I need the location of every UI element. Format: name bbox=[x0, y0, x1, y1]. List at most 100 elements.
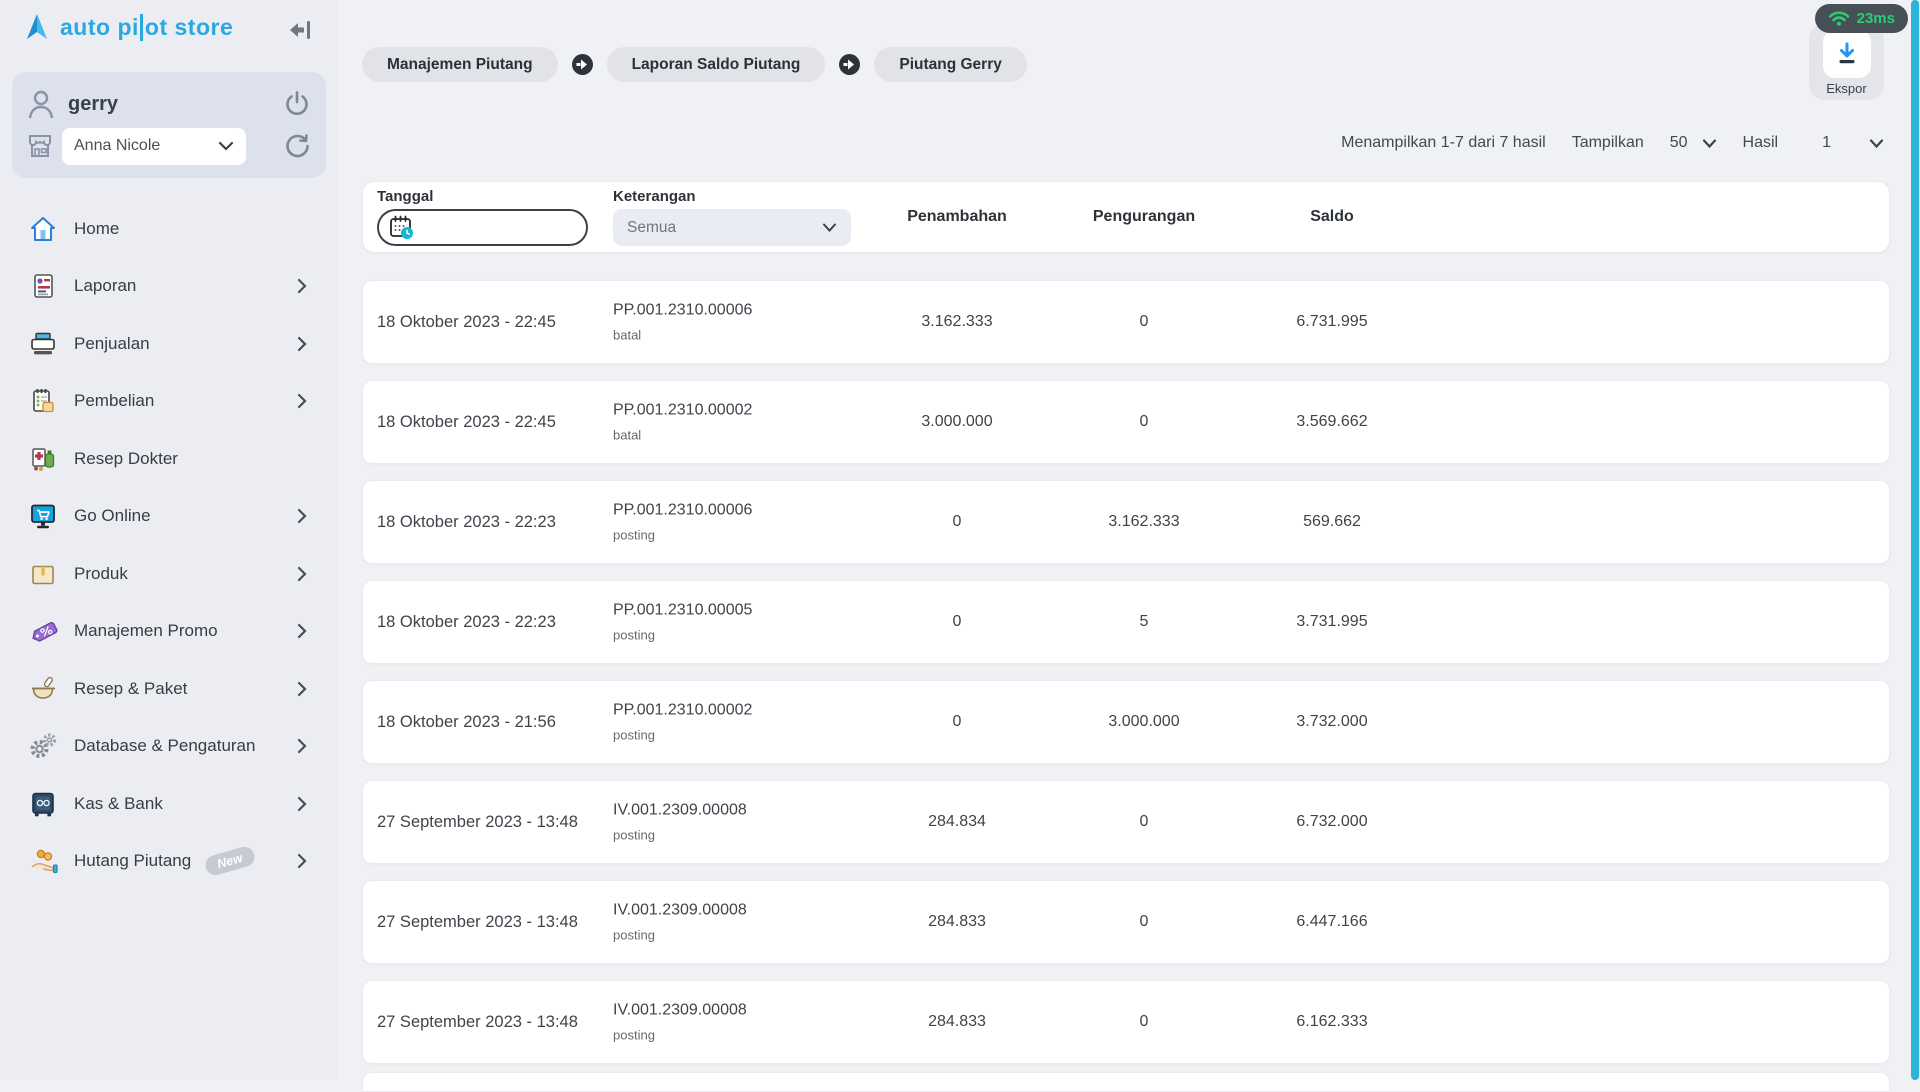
table-row: 18 Oktober 2023 - 22:23 PP.001.2310.0000… bbox=[362, 480, 1890, 564]
table-row: 18 Oktober 2023 - 22:45 PP.001.2310.0000… bbox=[362, 380, 1890, 464]
results-summary: Menampilkan 1-7 dari 7 hasil bbox=[1341, 134, 1546, 152]
page-select[interactable]: 1 bbox=[1822, 134, 1884, 152]
sidebar-item-database-pengaturan[interactable]: Database & Pengaturan bbox=[0, 718, 338, 776]
row-saldo: 3.731.995 bbox=[1232, 581, 1432, 663]
page-size-select[interactable]: 50 bbox=[1670, 134, 1717, 152]
row-penambahan: 3.000.000 bbox=[857, 381, 1057, 463]
results-bar: Menampilkan 1-7 dari 7 hasil Tampilkan 5… bbox=[1341, 127, 1884, 159]
row-document-code: PP.001.2310.00002 bbox=[613, 402, 752, 420]
sidebar-item-penjualan[interactable]: Penjualan bbox=[0, 315, 338, 373]
sidebar-item-manajemen-promo[interactable]: Manajemen Promo bbox=[0, 603, 338, 661]
row-pengurangan: 3.162.333 bbox=[1044, 481, 1244, 563]
cash-register-icon bbox=[28, 329, 62, 359]
chevron-down-icon bbox=[1702, 138, 1717, 149]
chevron-right-icon bbox=[296, 737, 308, 755]
breadcrumb-item-manajemen-piutang[interactable]: Manajemen Piutang bbox=[362, 47, 558, 82]
sidebar-item-laporan[interactable]: Laporan bbox=[0, 258, 338, 316]
export-button[interactable]: Ekspor bbox=[1809, 23, 1884, 100]
wifi-icon bbox=[1828, 10, 1850, 27]
row-status: batal bbox=[613, 328, 752, 343]
chevron-down-icon bbox=[822, 222, 837, 233]
row-document-code: PP.001.2310.00006 bbox=[613, 502, 752, 520]
chevron-down-icon bbox=[1869, 138, 1884, 149]
user-card: gerry Anna Nicole bbox=[12, 72, 326, 178]
row-pengurangan: 0 bbox=[1044, 881, 1244, 963]
online-shop-icon bbox=[28, 501, 62, 531]
row-saldo: 6.731.995 bbox=[1232, 281, 1432, 363]
sidebar-item-kas-bank[interactable]: Kas & Bank bbox=[0, 775, 338, 833]
row-tanggal: 18 Oktober 2023 - 22:45 bbox=[377, 381, 556, 463]
row-penambahan: 284.833 bbox=[857, 981, 1057, 1063]
product-box-icon bbox=[28, 559, 62, 589]
row-pengurangan: 0 bbox=[1044, 981, 1244, 1063]
breadcrumb-item-laporan-saldo-piutang[interactable]: Laporan Saldo Piutang bbox=[607, 47, 826, 82]
safe-icon bbox=[28, 789, 62, 819]
table-row: 27 September 2023 - 13:48 IV.001.2309.00… bbox=[362, 880, 1890, 964]
row-pengurangan: 0 bbox=[1044, 381, 1244, 463]
page-size-label: Tampilkan bbox=[1572, 134, 1644, 152]
sidebar-item-hutang-piutang[interactable]: Hutang Piutang New bbox=[0, 833, 338, 891]
purchase-notepad-icon bbox=[28, 386, 62, 416]
chevron-right-icon bbox=[296, 622, 308, 640]
download-icon bbox=[1833, 40, 1861, 68]
refresh-icon[interactable] bbox=[282, 131, 312, 161]
export-label: Ekspor bbox=[1809, 81, 1884, 96]
row-document-code: PP.001.2310.00006 bbox=[613, 302, 752, 320]
logout-power-icon[interactable] bbox=[282, 89, 312, 119]
chevron-right-icon bbox=[296, 565, 308, 583]
row-tanggal: 18 Oktober 2023 - 22:23 bbox=[377, 481, 556, 563]
row-keterangan: PP.001.2310.00002 batal bbox=[613, 402, 752, 443]
row-status: posting bbox=[613, 928, 747, 943]
date-filter-input[interactable] bbox=[377, 209, 588, 246]
sidebar-item-resep-paket[interactable]: Resep & Paket bbox=[0, 660, 338, 718]
row-status: posting bbox=[613, 528, 752, 543]
row-status: posting bbox=[613, 728, 752, 743]
row-pengurangan: 0 bbox=[1044, 781, 1244, 863]
sidebar-item-resep-dokter[interactable]: Resep Dokter bbox=[0, 430, 338, 488]
row-document-code: IV.001.2309.00008 bbox=[613, 802, 747, 820]
sidebar: auto piot store gerry bbox=[0, 0, 338, 1080]
table-header-card: Tanggal Keterangan Semua Penamba bbox=[362, 181, 1890, 253]
row-penambahan: 0 bbox=[857, 681, 1057, 763]
table-row: 27 September 2023 - 13:48 IV.001.2309.00… bbox=[362, 780, 1890, 864]
row-tanggal: 27 September 2023 - 13:48 bbox=[377, 981, 578, 1063]
sidebar-menu: Home Laporan bbox=[0, 200, 338, 890]
breadcrumb: Manajemen Piutang Laporan Saldo Piutang … bbox=[362, 47, 1027, 82]
sidebar-item-produk[interactable]: Produk bbox=[0, 545, 338, 603]
report-icon bbox=[28, 271, 62, 301]
row-document-code: IV.001.2309.00008 bbox=[613, 902, 747, 920]
breadcrumb-item-piutang-gerry[interactable]: Piutang Gerry bbox=[874, 47, 1027, 82]
row-pengurangan: 5 bbox=[1044, 581, 1244, 663]
store-icon bbox=[26, 132, 54, 160]
row-penambahan: 284.834 bbox=[857, 781, 1057, 863]
row-pengurangan: 3.000.000 bbox=[1044, 681, 1244, 763]
row-pengurangan: 0 bbox=[1044, 281, 1244, 363]
table-body: 18 Oktober 2023 - 22:45 PP.001.2310.0000… bbox=[362, 280, 1890, 1080]
row-saldo: 3.732.000 bbox=[1232, 681, 1432, 763]
sidebar-item-home[interactable]: Home bbox=[0, 200, 338, 258]
row-keterangan: IV.001.2309.00008 posting bbox=[613, 902, 747, 943]
sidebar-item-pembelian[interactable]: Pembelian bbox=[0, 373, 338, 431]
store-select-value: Anna Nicole bbox=[74, 137, 218, 155]
keterangan-filter-value: Semua bbox=[627, 219, 822, 237]
row-status: posting bbox=[613, 628, 752, 643]
store-select[interactable]: Anna Nicole bbox=[62, 128, 246, 165]
row-keterangan: IV.001.2309.00008 posting bbox=[613, 802, 747, 843]
page-label: Hasil bbox=[1743, 134, 1779, 152]
row-status: posting bbox=[613, 828, 747, 843]
user-icon bbox=[26, 88, 56, 120]
row-keterangan: PP.001.2310.00006 batal bbox=[613, 302, 752, 343]
column-header-saldo: Saldo bbox=[1232, 182, 1432, 252]
row-penambahan: 0 bbox=[857, 581, 1057, 663]
sidebar-collapse-icon[interactable] bbox=[284, 16, 314, 44]
row-penambahan: 3.162.333 bbox=[857, 281, 1057, 363]
app-logo: auto piot store bbox=[22, 12, 233, 42]
chevron-down-icon bbox=[218, 140, 234, 152]
row-penambahan: 0 bbox=[857, 481, 1057, 563]
row-keterangan: PP.001.2310.00006 posting bbox=[613, 502, 752, 543]
sidebar-item-go-online[interactable]: Go Online bbox=[0, 488, 338, 546]
keterangan-filter-select[interactable]: Semua bbox=[613, 209, 851, 246]
partial-next-row bbox=[362, 1072, 1890, 1092]
scrollbar[interactable] bbox=[1911, 0, 1919, 1080]
row-saldo: 6.162.333 bbox=[1232, 981, 1432, 1063]
